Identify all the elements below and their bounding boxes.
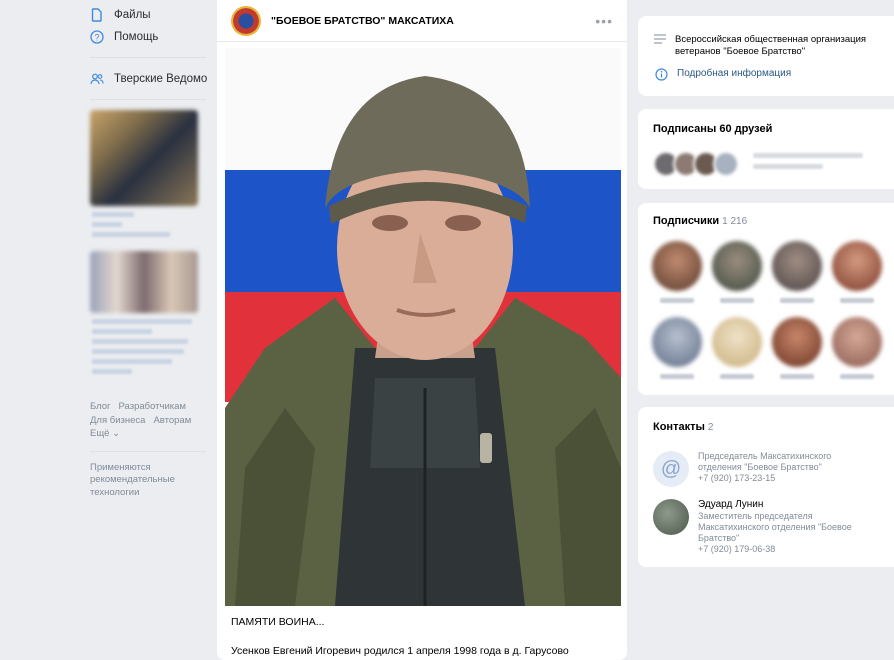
contact-item[interactable]: Эдуард Лунин Заместитель председателя Ма… — [653, 499, 873, 555]
nav-item-label: Помощь — [114, 31, 159, 43]
subscriber[interactable] — [828, 241, 886, 303]
soldier-portrait — [225, 76, 621, 606]
people-icon — [90, 72, 104, 86]
contact-phone: +7 (920) 179-06-38 — [698, 544, 776, 554]
ad-text-blurred — [92, 319, 208, 374]
avatar — [772, 241, 822, 291]
ad-image — [90, 110, 198, 206]
at-sign-icon: @ — [653, 451, 689, 487]
more-info-link[interactable]: Подробная информация — [677, 68, 791, 79]
subscribers-count: 1 216 — [722, 216, 748, 227]
community-description-row: Всероссийская общественная организация в… — [654, 34, 879, 58]
subscribers-title[interactable]: Подписчики 1 216 — [653, 215, 879, 227]
avatar — [712, 241, 762, 291]
nav-divider — [90, 99, 206, 100]
footer-link-blog[interactable]: Блог — [90, 401, 111, 412]
friends-title[interactable]: Подписаны 60 друзей — [653, 123, 879, 135]
subscriber[interactable] — [648, 241, 706, 303]
contacts-title[interactable]: Контакты 2 — [653, 421, 879, 433]
subscriber[interactable] — [768, 241, 826, 303]
subscriber[interactable] — [708, 317, 766, 379]
contacts-count: 2 — [707, 422, 714, 433]
subscriber[interactable] — [828, 317, 886, 379]
nav-divider — [90, 57, 206, 58]
nav-item-label: Тверские Ведомо... — [114, 73, 208, 85]
avatar — [713, 151, 739, 177]
footer-link-business[interactable]: Для бизнеса — [90, 415, 145, 426]
friend-avatars[interactable] — [653, 151, 739, 177]
recommendation-note[interactable]: Применяются рекомендательные технологии — [90, 462, 208, 500]
footer-link-authors[interactable]: Авторам — [153, 415, 191, 426]
avatar — [832, 241, 882, 291]
ellipsis-icon[interactable]: ••• — [595, 13, 613, 29]
file-icon — [90, 8, 104, 22]
left-nav: Файлы ? Помощь Тверские Ведомо... Блог Р… — [90, 4, 208, 499]
post-caption-title: ПАМЯТИ ВОИНА... — [231, 616, 325, 628]
ad-block-1[interactable] — [90, 110, 208, 237]
footer-link-more[interactable]: Ещё ⌄ — [90, 428, 120, 439]
post-header: "БОЕВОЕ БРАТСТВО" МАКСАТИХА ••• — [217, 0, 627, 42]
info-card: Всероссийская общественная организация в… — [638, 16, 894, 96]
friends-names-blurred — [753, 153, 863, 175]
author-avatar[interactable] — [231, 5, 261, 36]
ad-block-2[interactable] — [90, 251, 208, 374]
nav-item-files[interactable]: Файлы — [90, 4, 208, 26]
contact-phone: +7 (920) 173-23-15 — [698, 473, 776, 483]
nav-item-group[interactable]: Тверские Ведомо... — [90, 68, 208, 90]
text-lines-icon — [654, 34, 666, 44]
svg-text:?: ? — [94, 33, 99, 43]
more-info-row[interactable]: Подробная информация — [654, 68, 791, 81]
subscriber[interactable] — [768, 317, 826, 379]
avatar — [652, 241, 702, 291]
nav-item-label: Файлы — [114, 9, 151, 21]
subscribers-card: Подписчики 1 216 — [638, 203, 894, 395]
contacts-card: Контакты 2 @ Председатель Максатихинского… — [638, 407, 894, 567]
avatar — [832, 317, 882, 367]
contact-role: Председатель Максатихинского отделения "… — [698, 451, 832, 472]
subscriber[interactable] — [708, 241, 766, 303]
ad-text-blurred — [92, 212, 208, 237]
nav-divider — [90, 450, 206, 452]
avatar — [653, 499, 689, 535]
subscriber[interactable] — [648, 317, 706, 379]
avatar — [652, 317, 702, 367]
footer-links: Блог Разработчикам Для бизнеса Авторам Ещё… — [90, 400, 208, 441]
post-caption-text: Усенков Евгений Игоревич родился 1 апрел… — [231, 645, 569, 657]
post-photo[interactable] — [225, 48, 621, 606]
avatar — [712, 317, 762, 367]
ad-image — [90, 251, 198, 313]
post-card: "БОЕВОЕ БРАТСТВО" МАКСАТИХА ••• ПАМЯТИ В… — [217, 0, 627, 660]
nav-item-help[interactable]: ? Помощь — [90, 26, 208, 48]
community-description: Всероссийская общественная организация в… — [675, 34, 867, 57]
contact-name[interactable]: Эдуард Лунин — [698, 499, 873, 511]
contact-role: Заместитель председателя Максатихинского… — [698, 511, 852, 543]
help-icon: ? — [90, 30, 104, 44]
contact-item[interactable]: @ Председатель Максатихинского отделения… — [653, 451, 873, 487]
friends-card: Подписаны 60 друзей — [638, 109, 894, 189]
footer-link-developers[interactable]: Разработчикам — [119, 401, 186, 412]
avatar — [772, 317, 822, 367]
info-icon — [654, 68, 668, 81]
post-author[interactable]: "БОЕВОЕ БРАТСТВО" МАКСАТИХА — [271, 15, 595, 27]
subscribers-grid — [648, 241, 886, 379]
